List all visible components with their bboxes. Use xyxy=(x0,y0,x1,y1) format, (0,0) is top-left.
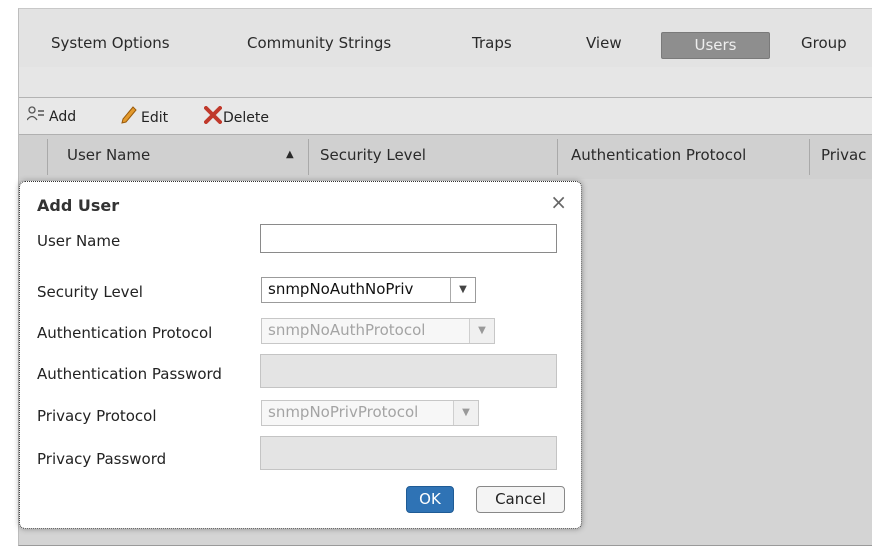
authentication-protocol-value: snmpNoAuthProtocol xyxy=(268,321,426,339)
tab-bar: System Options Community Strings Traps V… xyxy=(19,9,872,67)
chevron-down-icon[interactable]: ▼ xyxy=(469,319,494,343)
security-level-value: snmpNoAuthNoPriv xyxy=(268,280,414,298)
column-authentication-protocol[interactable]: Authentication Protocol xyxy=(571,135,746,179)
delete-button[interactable]: Delete xyxy=(204,106,269,126)
column-privacy[interactable]: Privac xyxy=(821,135,866,179)
user-name-input[interactable] xyxy=(260,224,557,253)
add-user-dialog: Add User × User Name Security Level snmp… xyxy=(19,181,582,529)
security-level-select[interactable]: snmpNoAuthNoPriv ▼ xyxy=(261,277,476,303)
column-separator xyxy=(557,139,558,175)
edit-button[interactable]: Edit xyxy=(121,106,168,126)
ok-button[interactable]: OK xyxy=(406,486,454,513)
cancel-button[interactable]: Cancel xyxy=(476,486,565,513)
authentication-protocol-select[interactable]: snmpNoAuthProtocol ▼ xyxy=(261,318,495,344)
privacy-protocol-value: snmpNoPrivProtocol xyxy=(268,403,419,421)
tab-view[interactable]: View xyxy=(586,31,622,59)
privacy-protocol-label: Privacy Protocol xyxy=(37,407,157,425)
authentication-password-field[interactable] xyxy=(260,354,557,388)
close-icon[interactable]: × xyxy=(550,192,567,212)
sort-ascending-icon[interactable]: ▲ xyxy=(286,135,294,179)
chevron-down-icon[interactable]: ▼ xyxy=(450,278,475,302)
tab-community-strings[interactable]: Community Strings xyxy=(247,31,391,59)
edit-label: Edit xyxy=(141,110,169,126)
column-separator xyxy=(308,139,309,175)
sub-bar xyxy=(19,67,872,98)
column-security-level[interactable]: Security Level xyxy=(320,135,426,179)
privacy-protocol-select[interactable]: snmpNoPrivProtocol ▼ xyxy=(261,400,479,426)
column-user-name[interactable]: User Name xyxy=(67,135,150,179)
dialog-title: Add User xyxy=(37,196,120,215)
add-user-icon xyxy=(26,106,45,128)
column-separator xyxy=(47,139,48,175)
authentication-password-label: Authentication Password xyxy=(37,365,222,383)
security-level-label: Security Level xyxy=(37,283,143,301)
delete-label: Delete xyxy=(223,110,269,126)
tab-traps[interactable]: Traps xyxy=(472,31,512,59)
pencil-icon xyxy=(121,106,137,130)
tab-users[interactable]: Users xyxy=(661,32,770,59)
column-separator xyxy=(809,139,810,175)
privacy-password-field[interactable] xyxy=(260,436,557,470)
add-button[interactable]: Add xyxy=(26,106,77,128)
x-icon xyxy=(204,106,222,130)
privacy-password-label: Privacy Password xyxy=(37,450,167,468)
toolbar: Add Edit Delete xyxy=(19,98,872,135)
user-name-label: User Name xyxy=(37,232,121,250)
add-label: Add xyxy=(49,109,77,125)
chevron-down-icon[interactable]: ▼ xyxy=(453,401,478,425)
tab-group[interactable]: Group xyxy=(801,31,847,59)
tab-system-options[interactable]: System Options xyxy=(51,31,170,59)
authentication-protocol-label: Authentication Protocol xyxy=(37,324,213,342)
table-header: User Name ▲ Security Level Authenticatio… xyxy=(19,135,872,179)
